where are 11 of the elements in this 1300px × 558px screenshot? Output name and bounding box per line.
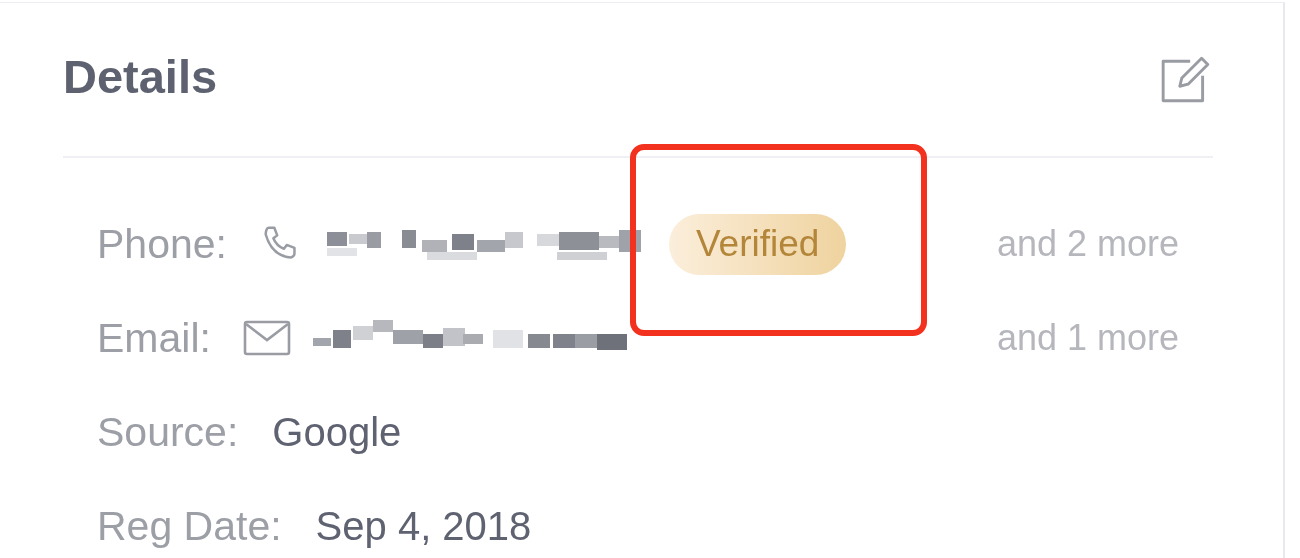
field-label: Phone:: [97, 220, 227, 268]
field-label: Reg Date:: [97, 502, 282, 550]
more-link[interactable]: and 1 more: [996, 317, 1179, 359]
field-label: Email:: [97, 314, 211, 362]
verified-badge: Verified: [668, 213, 847, 275]
field-value: Google: [272, 409, 402, 455]
panel-title: Details: [63, 49, 218, 104]
field-label: Source:: [97, 408, 239, 456]
envelope-icon: [242, 319, 291, 357]
more-link[interactable]: and 2 more: [996, 223, 1179, 265]
field-value: Sep 4, 2018: [315, 503, 532, 549]
